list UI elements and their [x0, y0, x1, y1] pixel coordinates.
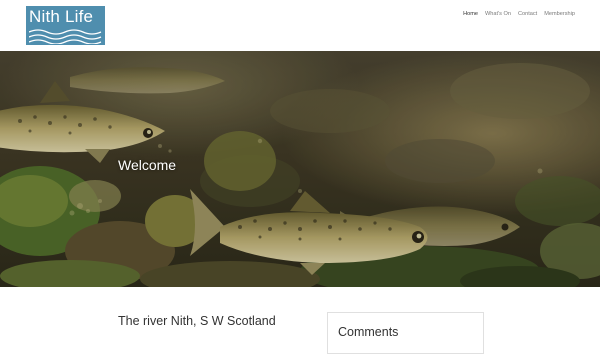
hero-title: Welcome [118, 157, 177, 173]
comments-widget: Comments [327, 312, 484, 354]
site-header: Nith Life Home What's On Contact Members… [0, 0, 600, 51]
hero-image [0, 51, 600, 287]
nav-whats-on[interactable]: What's On [485, 11, 511, 18]
waves-icon [29, 29, 102, 44]
hero-banner: Welcome [0, 51, 600, 287]
main-navigation: Home What's On Contact Membership [463, 11, 575, 18]
nav-home[interactable]: Home [463, 11, 478, 18]
nav-contact[interactable]: Contact [518, 11, 537, 18]
nav-membership[interactable]: Membership [544, 11, 575, 18]
site-logo[interactable]: Nith Life [26, 6, 105, 45]
page-heading: The river Nith, S W Scotland [118, 314, 276, 328]
logo-text: Nith Life [29, 7, 94, 26]
